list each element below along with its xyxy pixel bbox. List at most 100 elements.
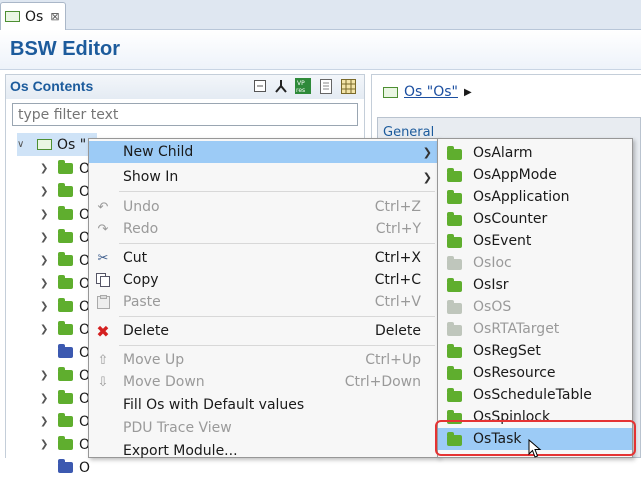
menu-item-new-child[interactable]: New Child ❯	[89, 141, 438, 163]
submenu-item-osioc[interactable]: OsIoc	[438, 252, 632, 274]
menu-separator	[119, 345, 435, 346]
tree-row[interactable]: ❯ O	[40, 387, 90, 410]
submenu-item-osalarm[interactable]: OsAlarm	[438, 142, 632, 164]
submenu-item-osapplication[interactable]: OsApplication	[438, 186, 632, 208]
menu-label: New Child	[123, 144, 194, 160]
submenu-label: OsRTATarget	[473, 321, 560, 337]
chevron-right-icon[interactable]: ❯	[40, 393, 54, 404]
chevron-right-icon[interactable]: ❯	[40, 163, 54, 174]
menu-label: Redo	[123, 221, 159, 237]
folder-icon	[58, 206, 73, 220]
tree-row[interactable]: ❯ O	[40, 180, 90, 203]
menu-label: Fill Os with Default values	[123, 397, 305, 413]
delete-icon: ✖	[96, 321, 110, 341]
breadcrumb-os-link[interactable]: Os "Os"	[404, 84, 458, 100]
submenu-item-osrtatarget[interactable]: OsRTATarget	[438, 318, 632, 340]
menu-item-paste[interactable]: Paste Ctrl+V	[89, 291, 438, 313]
submenu-item-osos[interactable]: OsOS	[438, 296, 632, 318]
tree-row[interactable]: ❯ O	[40, 364, 90, 387]
tree-row[interactable]: ❯ O	[40, 272, 90, 295]
menu-item-copy[interactable]: Copy Ctrl+C	[89, 269, 438, 291]
menu-item-undo[interactable]: ↶ Undo Ctrl+Z	[89, 196, 438, 218]
table-view-icon[interactable]	[340, 78, 356, 94]
filter-input[interactable]	[12, 103, 358, 126]
arrow-down-icon: ⇩	[97, 374, 109, 390]
tab-os[interactable]: Os ⊠	[0, 2, 66, 30]
shortcut: Ctrl+C	[374, 272, 421, 288]
tree-root-os[interactable]: ∨ Os "	[17, 133, 97, 156]
collapse-all-icon[interactable]	[252, 78, 268, 94]
chevron-right-icon[interactable]: ❯	[40, 255, 54, 266]
hierarchy-icon[interactable]	[273, 78, 289, 94]
submenu-item-osappmode[interactable]: OsAppMode	[438, 164, 632, 186]
tree-row[interactable]: ❯ O	[40, 203, 90, 226]
submenu-label: OsAlarm	[473, 145, 533, 161]
chevron-right-icon[interactable]: ▶	[464, 87, 472, 98]
folder-icon	[447, 212, 462, 226]
submenu-label: OsApplication	[473, 189, 570, 205]
submenu-item-osresource[interactable]: OsResource	[438, 362, 632, 384]
submenu-label: OsOS	[473, 299, 512, 315]
menu-item-move-down[interactable]: ⇩ Move Down Ctrl+Down	[89, 371, 438, 393]
submenu-label: OsScheduleTable	[473, 387, 592, 403]
chevron-right-icon[interactable]: ❯	[40, 186, 54, 197]
submenu-item-osisr[interactable]: OsIsr	[438, 274, 632, 296]
submenu-item-oscounter[interactable]: OsCounter	[438, 208, 632, 230]
folder-icon	[447, 190, 462, 204]
menu-label: Show In	[123, 169, 179, 185]
chevron-right-icon: ❯	[422, 145, 432, 159]
chevron-right-icon[interactable]: ❯	[40, 370, 54, 381]
chevron-right-icon[interactable]: ❯	[40, 232, 54, 243]
menu-label: Copy	[123, 272, 159, 288]
submenu-label: OsIsr	[473, 277, 509, 293]
tree-row[interactable]: ❯ O	[40, 226, 90, 249]
menu-item-cut[interactable]: ✂ Cut Ctrl+X	[89, 247, 438, 269]
chevron-right-icon[interactable]: ❯	[40, 301, 54, 312]
tree-row[interactable]: O	[40, 341, 90, 364]
arrow-up-icon: ⇧	[97, 352, 109, 368]
close-icon[interactable]: ⊠	[50, 10, 59, 23]
submenu-item-osevent[interactable]: OsEvent	[438, 230, 632, 252]
chevron-right-icon[interactable]: ❯	[40, 209, 54, 220]
folder-icon	[58, 275, 73, 289]
tree-row[interactable]: ❯ O	[40, 318, 90, 341]
tree-root-label: Os "	[57, 136, 87, 153]
folder-icon	[58, 459, 73, 473]
folder-icon	[58, 390, 73, 404]
menu-item-fill-defaults[interactable]: Fill Os with Default values	[89, 394, 438, 416]
tree-row[interactable]: O	[40, 456, 90, 479]
tree-row[interactable]: ❯ O	[40, 157, 90, 180]
tree-row[interactable]: ❯ O	[40, 433, 90, 456]
menu-item-export-module[interactable]: Export Module...	[89, 440, 438, 462]
tree-row[interactable]: ❯ O	[40, 295, 90, 318]
menu-item-delete[interactable]: ✖ Delete Delete	[89, 320, 438, 342]
copy-icon	[95, 272, 111, 288]
chevron-down-icon[interactable]: ∨	[17, 139, 31, 150]
tab-label: Os	[25, 8, 44, 25]
menu-item-pdu-trace[interactable]: PDU Trace View	[89, 417, 438, 439]
menu-label: Move Up	[123, 352, 185, 368]
menu-label: Cut	[123, 250, 148, 266]
chevron-right-icon[interactable]: ❯	[40, 416, 54, 427]
tree-row[interactable]: ❯ O	[40, 249, 90, 272]
os-contents-title: Os Contents	[10, 78, 94, 94]
shortcut: Ctrl+Y	[375, 221, 421, 237]
chevron-right-icon[interactable]: ❯	[40, 324, 54, 335]
submenu-item-osregset[interactable]: OsRegSet	[438, 340, 632, 362]
folder-icon	[58, 367, 73, 381]
menu-label: Paste	[123, 294, 161, 310]
vp-res-icon[interactable]: VP res	[295, 78, 311, 94]
menu-label: Undo	[123, 199, 160, 215]
menu-item-move-up[interactable]: ⇧ Move Up Ctrl+Up	[89, 349, 438, 371]
menu-item-show-in[interactable]: Show In ❯	[89, 166, 438, 188]
paste-icon	[95, 294, 111, 310]
document-icon[interactable]	[318, 78, 334, 94]
folder-icon	[58, 229, 73, 243]
chevron-right-icon[interactable]: ❯	[40, 278, 54, 289]
submenu-item-osscheduletable[interactable]: OsScheduleTable	[438, 384, 632, 406]
menu-item-redo[interactable]: ↷ Redo Ctrl+Y	[89, 218, 438, 240]
chevron-right-icon[interactable]: ❯	[40, 439, 54, 450]
submenu-label: OsRegSet	[473, 343, 541, 359]
folder-icon	[58, 413, 73, 427]
tree-row[interactable]: ❯ O	[40, 410, 90, 433]
